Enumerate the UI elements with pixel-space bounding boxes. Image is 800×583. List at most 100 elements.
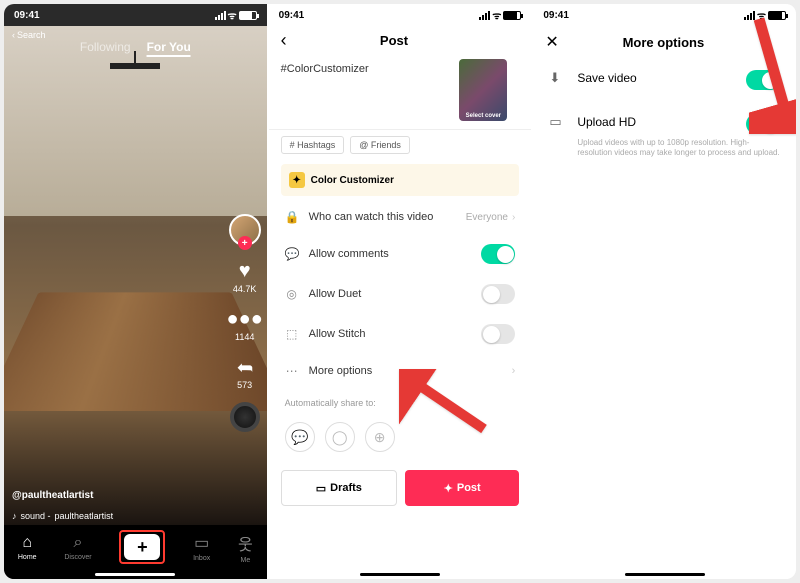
cover-label: Select cover [459, 113, 507, 119]
chevron-right-icon: › [512, 365, 516, 377]
battery-icon [768, 11, 786, 20]
inbox-icon: ▭ [194, 533, 209, 553]
share-button[interactable]: ➦573 [232, 354, 258, 390]
nav-home[interactable]: ⌂Home [18, 534, 37, 561]
nav-inbox[interactable]: ▭Inbox [193, 533, 210, 562]
battery-icon [503, 11, 521, 20]
row-label: Allow Stitch [309, 328, 366, 340]
status-bar: 09:41 ᯤ [269, 4, 532, 26]
color-customizer-banner[interactable]: ✦ Color Customizer [281, 164, 520, 196]
bottom-nav: ⌂Home ⌕Discover + ▭Inbox 웃Me [4, 525, 267, 579]
comment-count: 1144 [235, 332, 254, 342]
video-background[interactable] [4, 26, 267, 525]
action-rail: + ♥44.7K ●●●1144 ➦573 [229, 214, 261, 432]
caption-hashtag: #ColorCustomizer [281, 63, 369, 121]
sound-prefix: sound - [21, 511, 51, 521]
chevron-right-icon: › [512, 212, 515, 223]
helper-chips: # Hashtags @ Friends [269, 130, 532, 160]
post-header: ‹ Post [269, 26, 532, 55]
video-caption: @paultheatlartist [12, 490, 93, 501]
feed-screen: 09:41 ᯤ ‹ Search Following For You + ♥44… [4, 4, 267, 579]
status-bar: 09:41 ᯤ [4, 4, 267, 26]
comment-button[interactable]: ●●●1144 [232, 306, 258, 342]
row-allow-comments: 💬Allow comments [269, 234, 532, 274]
chip-friends[interactable]: @ Friends [350, 136, 410, 154]
person-icon: 웃 [238, 531, 253, 555]
sound-disc[interactable] [230, 402, 260, 432]
status-time: 09:41 [279, 10, 305, 21]
tab-following[interactable]: Following [80, 40, 131, 57]
caption-area[interactable]: #ColorCustomizer Select cover [269, 55, 532, 130]
share-other[interactable]: ⊕ [365, 422, 395, 452]
row-who-can-watch[interactable]: 🔒 Who can watch this video Everyone › [269, 200, 532, 234]
chip-hashtags[interactable]: # Hashtags [281, 136, 345, 154]
signal-icon [744, 11, 755, 20]
music-note-icon: ♪ [12, 511, 17, 521]
share-message[interactable]: 💬 [285, 422, 315, 452]
toggle-allow-duet[interactable] [481, 284, 515, 304]
download-icon: ⬇ [549, 70, 565, 86]
row-allow-stitch: ⬚ Allow Stitch [269, 314, 532, 354]
wifi-icon: ᯤ [492, 8, 501, 22]
toggle-upload-hd[interactable] [746, 114, 780, 134]
page-title: Post [380, 33, 408, 48]
row-label: Upload HD [577, 115, 636, 129]
sound-info[interactable]: ♪ sound - paultheatlartist [12, 511, 113, 521]
feed-tabs: Following For You [80, 40, 191, 57]
row-label: Who can watch this video [309, 211, 434, 223]
home-icon: ⌂ [22, 534, 32, 552]
create-button[interactable]: + [124, 534, 160, 560]
like-button[interactable]: ♥44.7K [232, 258, 258, 294]
status-time: 09:41 [14, 10, 40, 21]
search-label: Search [17, 30, 46, 40]
row-upload-hd: ▭ Upload HD [533, 102, 796, 138]
signal-icon [215, 11, 226, 20]
comment-icon: ●●● [232, 306, 258, 332]
more-options-screen: 09:41 ᯤ ✕ More options ⬇Save video ▭Uplo… [533, 4, 796, 579]
duet-icon: ◎ [285, 287, 299, 301]
drafts-button[interactable]: ▭Drafts [281, 470, 397, 506]
search-icon: ⌕ [73, 534, 82, 552]
drafts-icon: ▭ [316, 482, 326, 495]
share-instagram[interactable]: ◯ [325, 422, 355, 452]
auto-share-label: Automatically share to: [269, 388, 532, 418]
nav-me[interactable]: 웃Me [238, 531, 253, 564]
create-highlight: + [119, 530, 165, 564]
author-username[interactable]: @paultheatlartist [12, 490, 93, 501]
tab-for-you[interactable]: For You [147, 40, 191, 57]
wifi-icon: ᯤ [228, 8, 237, 22]
cc-label: Color Customizer [311, 175, 394, 186]
status-indicators: ᯤ [215, 8, 257, 22]
row-value: Everyone [466, 212, 508, 223]
chevron-left-icon: ‹ [12, 30, 15, 40]
cover-thumbnail[interactable]: Select cover [459, 59, 507, 121]
lock-icon: 🔒 [285, 210, 299, 224]
stitch-icon: ⬚ [285, 327, 299, 341]
sound-name: paultheatlartist [55, 511, 114, 521]
status-indicators: ᯤ [479, 8, 521, 22]
search-link[interactable]: ‹ Search [12, 30, 46, 40]
post-actions: ▭Drafts ✦Post [269, 462, 532, 514]
sparkle-icon: ✦ [289, 172, 305, 188]
post-button[interactable]: ✦Post [405, 470, 519, 506]
toggle-save-video[interactable] [746, 70, 780, 90]
follow-plus-icon[interactable]: + [238, 236, 252, 250]
post-screen: 09:41 ᯤ ‹ Post #ColorCustomizer Select c… [269, 4, 532, 579]
author-avatar[interactable]: + [229, 214, 261, 246]
page-title: More options [623, 35, 705, 50]
back-button[interactable]: ‹ [281, 30, 287, 51]
post-icon: ✦ [444, 482, 453, 495]
upload-hd-description: Upload videos with up to 1080p resolutio… [533, 138, 796, 159]
nav-discover[interactable]: ⌕Discover [64, 534, 91, 561]
row-label: Allow comments [309, 248, 389, 260]
battery-icon [239, 11, 257, 20]
toggle-allow-comments[interactable] [481, 244, 515, 264]
toggle-allow-stitch[interactable] [481, 324, 515, 344]
share-count: 573 [237, 380, 252, 390]
row-allow-duet: ◎Allow Duet [269, 274, 532, 314]
hd-icon: ▭ [549, 114, 565, 130]
row-more-options[interactable]: ⋯More options › [269, 354, 532, 388]
close-button[interactable]: ✕ [545, 32, 558, 52]
like-count: 44.7K [233, 284, 257, 294]
share-targets: 💬 ◯ ⊕ [269, 418, 532, 462]
